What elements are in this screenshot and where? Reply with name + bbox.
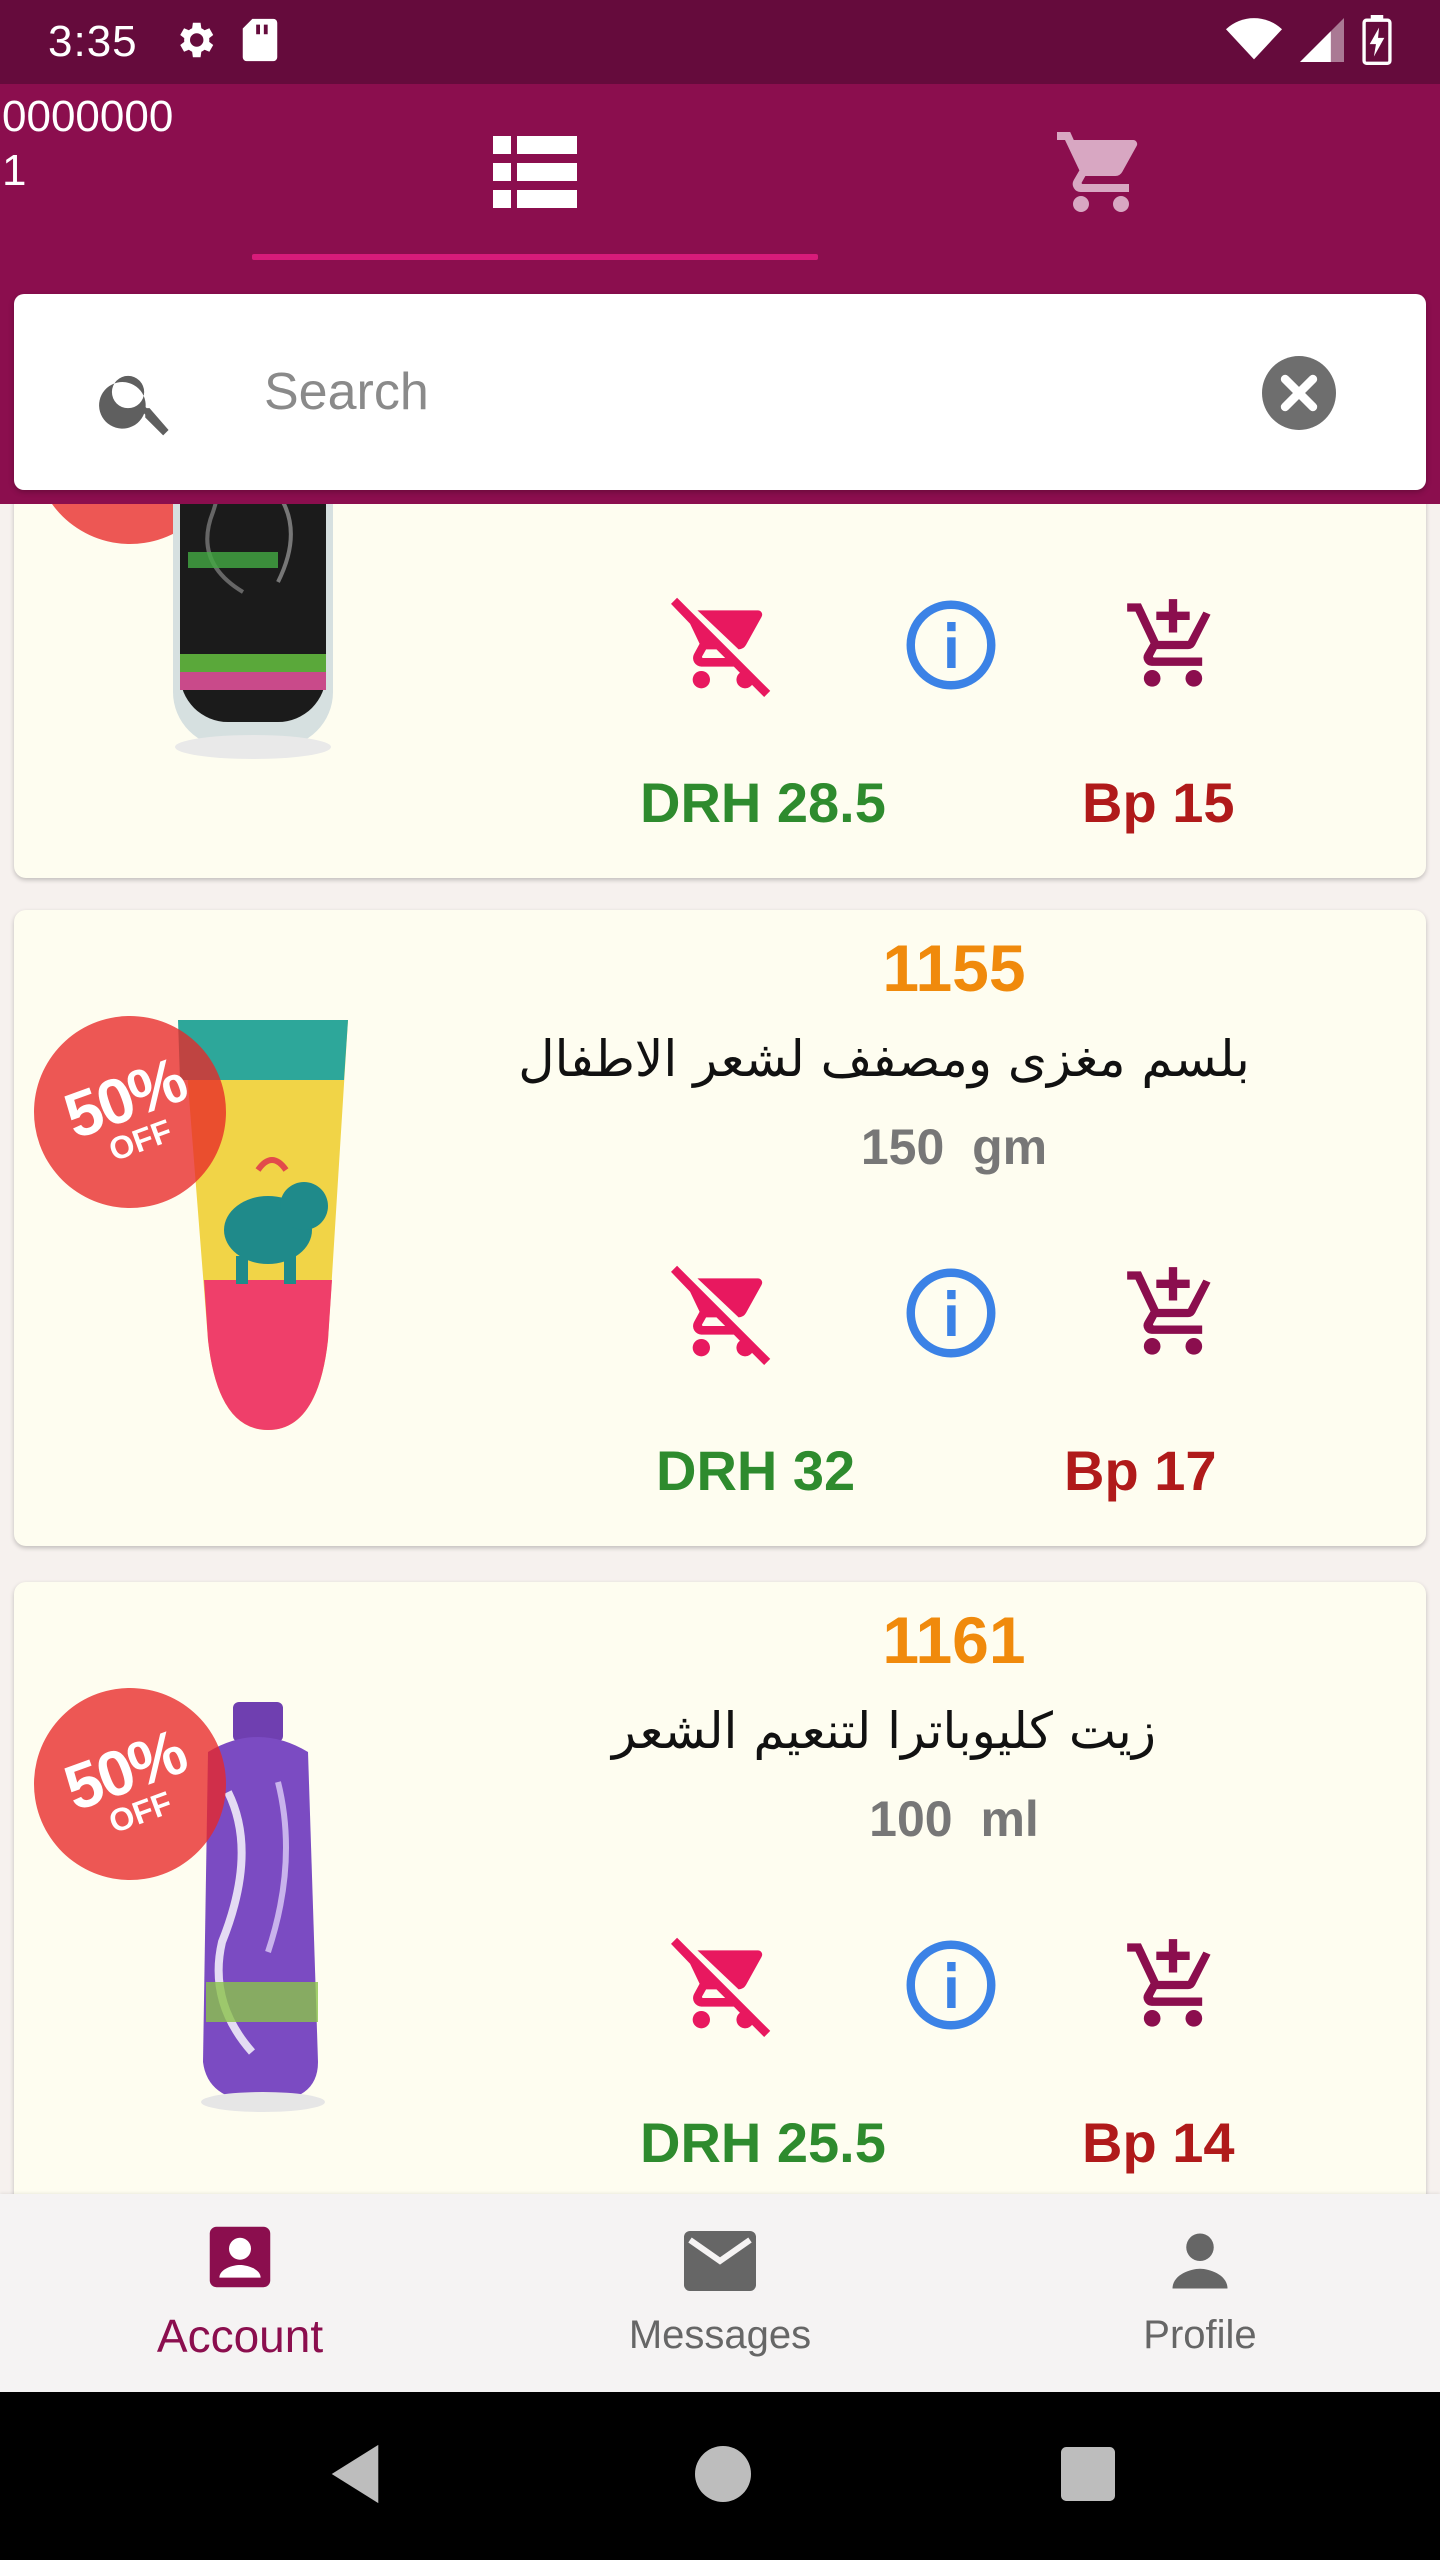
- product-size: 100 ml: [869, 1791, 1039, 1847]
- add-to-cart-icon[interactable]: [1118, 590, 1228, 700]
- product-info-icon[interactable]: [896, 1930, 1006, 2040]
- nav-item-profile[interactable]: Profile: [960, 2194, 1440, 2392]
- signal-icon: [1300, 17, 1344, 67]
- product-name: زيت كليوباترا لتنعيم الشعر: [612, 1702, 1156, 1760]
- status-bar: 3:35: [0, 0, 1440, 84]
- nav-label-messages: Messages: [628, 2313, 812, 2357]
- recents-icon[interactable]: [1061, 2446, 1115, 2506]
- remove-from-cart-icon[interactable]: [668, 1930, 778, 2040]
- cart-counter: 0000000 1: [2, 90, 173, 198]
- counter-line2: 1: [2, 146, 27, 195]
- sd-card-icon: [240, 17, 280, 68]
- product-price: DRH 32: [656, 1439, 856, 1502]
- tab-product-list[interactable]: [252, 84, 818, 264]
- back-icon[interactable]: [325, 2442, 385, 2511]
- product-price: DRH 25.5: [640, 2111, 886, 2174]
- product-code: 1155: [882, 931, 1026, 1005]
- bottom-navigation: Account Messages Profile: [0, 2194, 1440, 2392]
- add-to-cart-icon[interactable]: [1118, 1930, 1228, 2040]
- home-icon[interactable]: [695, 2445, 751, 2507]
- battery-icon: [1362, 14, 1392, 70]
- mail-icon: [684, 2228, 756, 2299]
- product-image[interactable]: [28, 504, 358, 759]
- tab-cart[interactable]: [818, 84, 1384, 264]
- product-info-icon[interactable]: [896, 1258, 1006, 1368]
- product-size: 150 gm: [860, 1119, 1048, 1175]
- product-bonus-points: Bp 14: [1082, 2111, 1235, 2174]
- clear-search-icon[interactable]: [1262, 356, 1336, 435]
- account-box-icon: [207, 2224, 273, 2295]
- tab-indicator: [252, 254, 818, 260]
- nav-item-messages[interactable]: Messages: [480, 2194, 960, 2392]
- wifi-icon: [1226, 17, 1282, 67]
- product-bonus-points: Bp 17: [1064, 1439, 1217, 1502]
- product-price: DRH 28.5: [640, 771, 886, 834]
- person-icon: [1167, 2228, 1233, 2299]
- product-bonus-points: Bp 15: [1082, 771, 1235, 834]
- list-icon: [493, 135, 577, 213]
- search-input[interactable]: [264, 352, 1214, 432]
- product-info-icon[interactable]: [896, 590, 1006, 700]
- product-code: 1161: [882, 1603, 1026, 1677]
- remove-from-cart-icon[interactable]: [668, 1258, 778, 1368]
- product-name: بلسم مغزى ومصفف لشعر الاطفال: [518, 1030, 1250, 1088]
- search-bar: [14, 294, 1426, 490]
- add-to-cart-icon[interactable]: [1118, 1258, 1228, 1368]
- counter-line1: 0000000: [2, 92, 174, 141]
- product-list[interactable]: DRH 28.5 Bp 15 1155 بلسم مغزى ومصفف لشعر…: [0, 504, 1440, 2194]
- product-card[interactable]: 1161 زيت كليوباترا لتنعيم الشعر 100 ml 5…: [14, 1582, 1426, 2194]
- product-card[interactable]: 1155 بلسم مغزى ومصفف لشعر الاطفال 150 gm…: [14, 910, 1426, 1546]
- status-time: 3:35: [48, 17, 138, 66]
- search-icon[interactable]: [94, 358, 180, 449]
- search-bar-container: [0, 280, 1440, 504]
- product-card[interactable]: DRH 28.5 Bp 15: [14, 504, 1426, 878]
- app-bar: 0000000 1: [0, 84, 1440, 280]
- nav-label-account: Account: [156, 2309, 324, 2362]
- cart-icon: [1051, 124, 1151, 225]
- nav-item-account[interactable]: Account: [0, 2194, 480, 2392]
- system-navigation-bar: [0, 2392, 1440, 2560]
- nav-label-profile: Profile: [1143, 2313, 1257, 2357]
- remove-from-cart-icon[interactable]: [668, 590, 778, 700]
- settings-icon: [172, 17, 218, 68]
